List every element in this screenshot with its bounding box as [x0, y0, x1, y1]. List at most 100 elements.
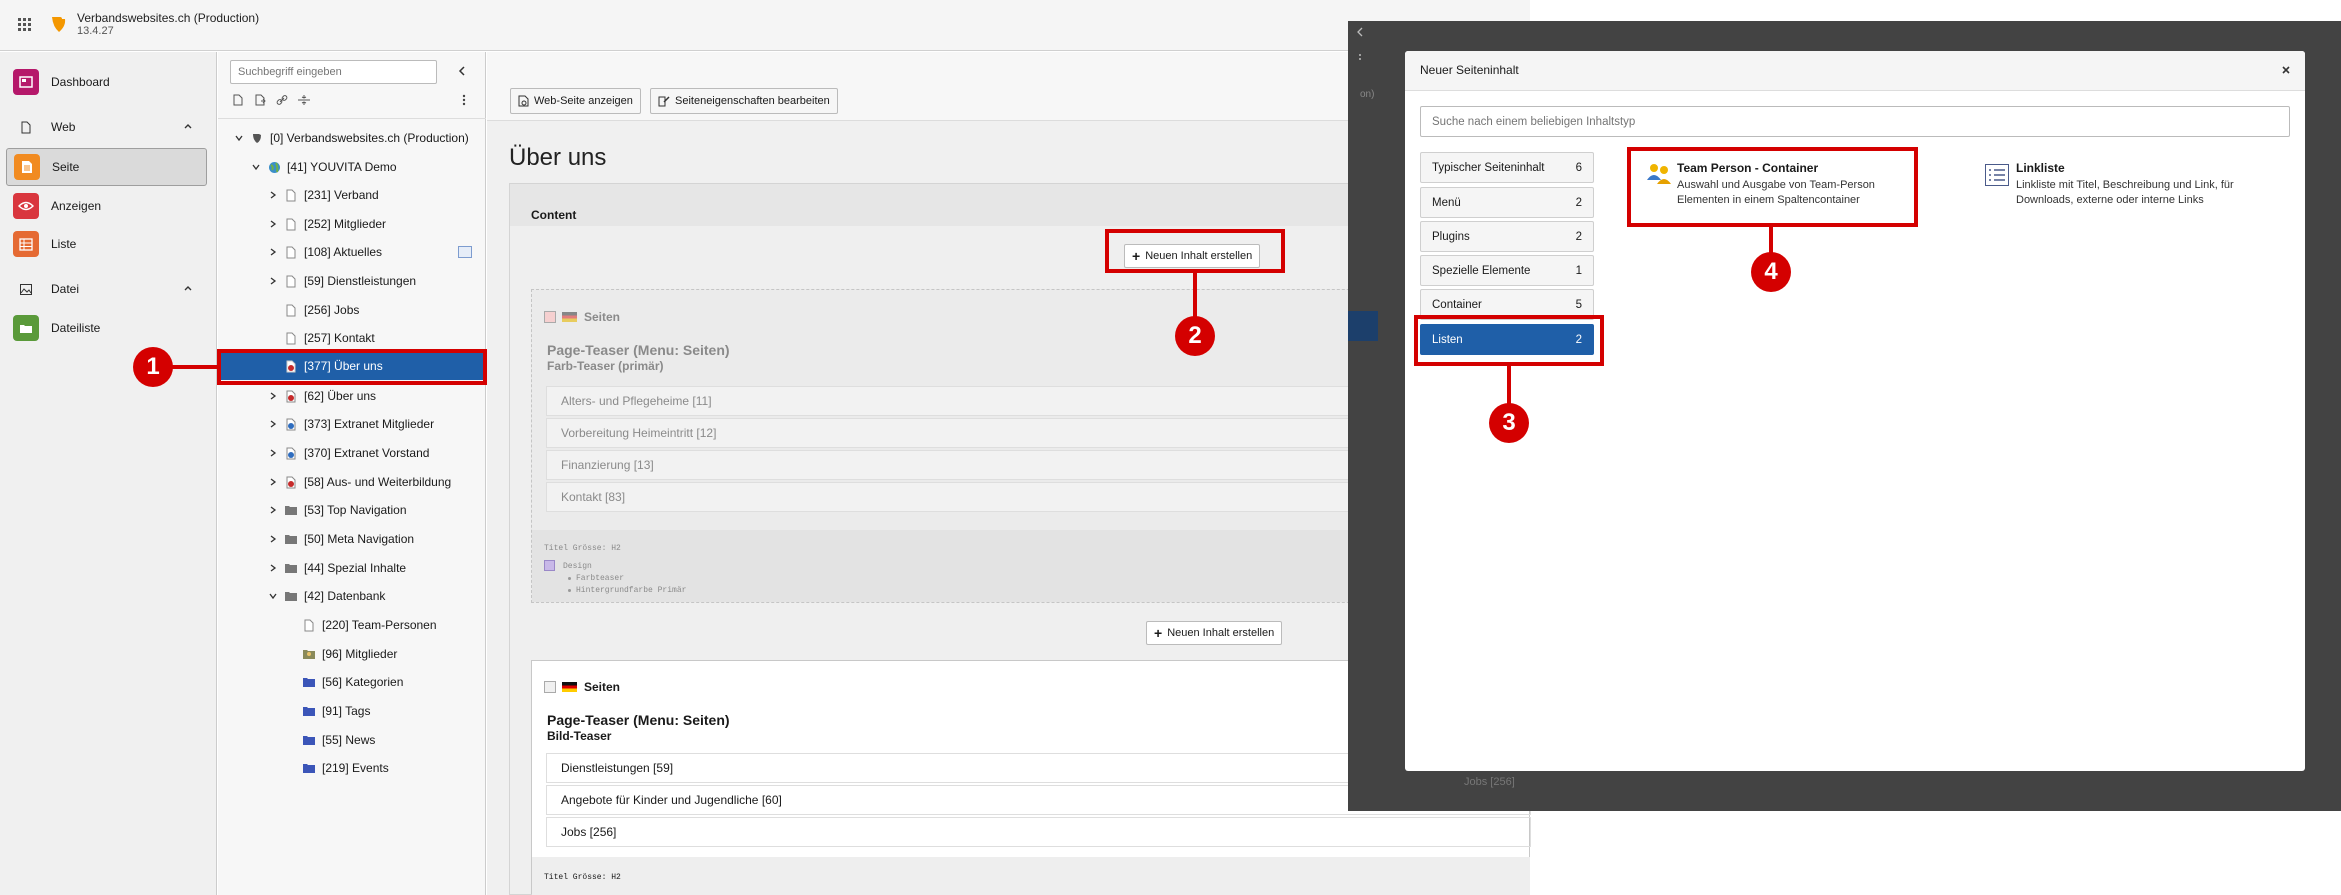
- module-seite[interactable]: Seite: [6, 148, 207, 186]
- category-count: 1: [1575, 264, 1582, 277]
- divider-icon[interactable]: [297, 94, 311, 106]
- tree-node-label: [91] Tags: [322, 704, 371, 718]
- app-menu-icon[interactable]: [18, 18, 31, 31]
- chevron-right-icon[interactable]: [266, 191, 280, 199]
- module-group-datei[interactable]: Datei: [6, 276, 207, 302]
- tree-node[interactable]: [44] Spezial Inhalte: [266, 556, 406, 580]
- tree-node[interactable]: [252] Mitglieder: [266, 212, 386, 236]
- tree-node[interactable]: [41] YOUVITA Demo: [249, 155, 397, 179]
- tree-node[interactable]: [53] Top Navigation: [266, 498, 407, 522]
- chevron-down-icon[interactable]: [266, 592, 280, 600]
- tree-node[interactable]: [256] Jobs: [266, 298, 359, 322]
- tree-node[interactable]: [59] Dienstleistungen: [266, 269, 416, 293]
- tree-node[interactable]: [91] Tags: [284, 699, 370, 723]
- collapse-tree-icon[interactable]: [457, 65, 467, 77]
- view-page-icon: [518, 95, 529, 107]
- tree-node-label: [220] Team-Personen: [322, 618, 437, 632]
- module-label: Liste: [51, 237, 77, 251]
- page-icon: [302, 618, 316, 633]
- chevron-right-icon[interactable]: [266, 392, 280, 400]
- chevron-right-icon[interactable]: [266, 277, 280, 285]
- element-subheader: Bild-Teaser: [547, 729, 612, 743]
- folder-icon: [284, 503, 298, 518]
- page-icon: [284, 245, 298, 260]
- tree-node[interactable]: [220] Team-Personen: [284, 613, 437, 637]
- chevron-right-icon[interactable]: [266, 220, 280, 228]
- tree-node[interactable]: [257] Kontakt: [266, 326, 375, 350]
- new-page-drag-icon[interactable]: [255, 94, 267, 106]
- group-label: Web: [51, 120, 76, 134]
- category-label: Container: [1432, 298, 1482, 311]
- typo3-logo-icon[interactable]: [49, 14, 69, 34]
- chevron-down-icon[interactable]: [249, 163, 263, 171]
- tree-divider: [218, 118, 486, 119]
- edit-page-properties-button[interactable]: Seiteneigenschaften bearbeiten: [650, 88, 838, 114]
- annotation-box-2: [1105, 229, 1285, 273]
- chevron-down-icon[interactable]: [232, 134, 246, 142]
- category-tab-special[interactable]: Spezielle Elemente 1: [1420, 255, 1594, 286]
- new-page-icon[interactable]: [233, 94, 243, 106]
- image-icon: [13, 283, 39, 295]
- sysfolder-icon: [302, 761, 316, 776]
- chevron-right-icon[interactable]: [266, 420, 280, 428]
- module-label: Anzeigen: [51, 199, 102, 213]
- tree-node[interactable]: [373] Extranet Mitglieder: [266, 412, 434, 436]
- module-group-web[interactable]: Web: [6, 114, 207, 140]
- tree-node-label: [53] Top Navigation: [304, 503, 407, 517]
- tree-node[interactable]: [55] News: [284, 728, 375, 752]
- category-tab-menu[interactable]: Menü 2: [1420, 187, 1594, 218]
- annotation-line-2: [1193, 272, 1197, 318]
- module-dateiliste[interactable]: Dateiliste: [6, 309, 207, 347]
- link-icon[interactable]: [276, 94, 288, 106]
- tree-node[interactable]: [96] Mitglieder: [284, 642, 397, 666]
- annotation-box-1: [217, 349, 487, 385]
- record-row[interactable]: Jobs [256]: [546, 817, 1531, 847]
- category-tab-plugins[interactable]: Plugins 2: [1420, 221, 1594, 252]
- chevron-right-icon[interactable]: [266, 535, 280, 543]
- content-type-icon: [544, 681, 556, 693]
- tree-node[interactable]: [370] Extranet Vorstand: [266, 441, 429, 465]
- module-label: Dashboard: [51, 75, 110, 89]
- record-label: Angebote für Kinder und Jugendliche [60]: [561, 793, 782, 807]
- folder-icon: [284, 561, 298, 576]
- folder-icon: [284, 532, 298, 547]
- tree-node[interactable]: [219] Events: [284, 756, 389, 780]
- tree-node-label: [219] Events: [322, 761, 389, 775]
- top-bar: Verbandswebsites.ch (Production) 13.4.27: [0, 0, 1530, 51]
- plus-icon: +: [1154, 625, 1163, 641]
- close-icon[interactable]: [2281, 65, 2291, 75]
- tree-node[interactable]: [0] Verbandswebsites.ch (Production): [232, 126, 469, 150]
- tree-more-icon[interactable]: [462, 94, 466, 106]
- content-type-linklist[interactable]: Linkliste Linkliste mit Titel, Beschreib…: [1977, 155, 2287, 215]
- chevron-up-icon: [183, 283, 193, 293]
- category-label: Spezielle Elemente: [1432, 264, 1531, 277]
- chevron-right-icon[interactable]: [266, 564, 280, 572]
- chevron-right-icon[interactable]: [266, 248, 280, 256]
- category-count: 2: [1575, 230, 1582, 243]
- tree-node[interactable]: [108] Aktuelles: [266, 240, 382, 264]
- chevron-right-icon[interactable]: [266, 478, 280, 486]
- modal-title: Neuer Seiteninhalt: [1420, 63, 1519, 77]
- chevron-right-icon[interactable]: [266, 449, 280, 457]
- tree-node[interactable]: [58] Aus- und Weiterbildung: [266, 470, 451, 494]
- tree-node[interactable]: [50] Meta Navigation: [266, 527, 414, 551]
- tree-node[interactable]: [42] Datenbank: [266, 584, 385, 608]
- new-content-button[interactable]: + Neuen Inhalt erstellen: [1146, 621, 1283, 645]
- annotation-badge-1: 1: [133, 347, 173, 387]
- tree-search-input[interactable]: [230, 60, 437, 84]
- view-page-button[interactable]: Web-Seite anzeigen: [510, 88, 641, 114]
- page-protected-icon: [284, 446, 298, 461]
- module-anzeigen[interactable]: Anzeigen: [6, 187, 207, 225]
- module-liste[interactable]: Liste: [6, 225, 207, 263]
- design-item: Hintergrundfarbe Primär: [576, 586, 687, 595]
- tree-node[interactable]: [231] Verband: [266, 183, 379, 207]
- chevron-right-icon[interactable]: [266, 506, 280, 514]
- module-dashboard[interactable]: Dashboard: [6, 63, 207, 101]
- category-tab-typical[interactable]: Typischer Seiteninhalt 6: [1420, 152, 1594, 183]
- tree-node[interactable]: [62] Über uns: [266, 384, 376, 408]
- content-type-search-input[interactable]: [1420, 106, 2290, 137]
- page-icon: [284, 303, 298, 318]
- tree-node[interactable]: [56] Kategorien: [284, 670, 403, 694]
- page-module-icon: [14, 154, 40, 180]
- record-label: Dienstleistungen [59]: [561, 761, 674, 775]
